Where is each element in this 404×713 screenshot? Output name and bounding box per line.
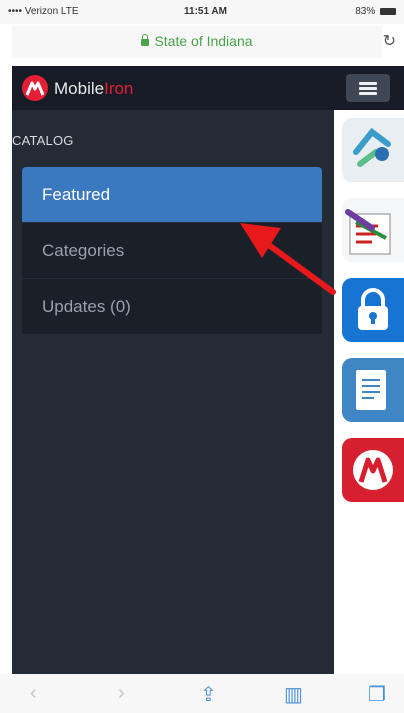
browser-toolbar: ‹ › ⇪ ▥ ❐ — [0, 674, 404, 713]
tabs-icon[interactable]: ❐ — [368, 682, 386, 707]
brand-name: MobileIron — [54, 79, 133, 99]
brand-part2: Iron — [104, 79, 134, 98]
back-icon[interactable]: ‹ — [30, 682, 37, 705]
time-label: 11:51 AM — [184, 6, 227, 17]
lock-icon — [141, 34, 150, 46]
app-frame: MobileIron CATALOG Featured Categories U… — [12, 66, 404, 674]
url-bar[interactable]: State of Indiana ↻ — [12, 26, 396, 58]
bookmarks-icon[interactable]: ▥ — [284, 682, 303, 707]
app-tile[interactable] — [334, 190, 404, 270]
app-icon-column — [334, 110, 404, 674]
catalog-heading: CATALOG — [12, 133, 74, 148]
mobileiron-app-icon[interactable] — [342, 438, 404, 502]
status-bar: •••• Verizon LTE 11:51 AM 83% — [0, 0, 404, 24]
app-tile[interactable] — [334, 430, 404, 510]
battery-percent: 83% — [355, 6, 376, 17]
menu-item-updates[interactable]: Updates (0) — [22, 279, 322, 335]
battery-icon — [380, 7, 396, 15]
url-text: State of Indiana — [154, 33, 253, 49]
forward-icon[interactable]: › — [118, 682, 125, 705]
document-app-icon[interactable] — [342, 358, 404, 422]
network-app-icon[interactable] — [342, 118, 404, 182]
carrier-label: •••• Verizon LTE — [8, 6, 79, 17]
app-header: MobileIron — [12, 66, 404, 110]
menu-item-categories[interactable]: Categories — [22, 223, 322, 279]
status-indicators: 83% — [355, 6, 396, 17]
menu-item-featured[interactable]: Featured — [22, 167, 322, 223]
mobileiron-logo-icon — [22, 75, 48, 101]
url-display[interactable]: State of Indiana — [12, 33, 382, 49]
reload-icon[interactable]: ↻ — [383, 31, 396, 51]
app-tile[interactable] — [334, 270, 404, 350]
app-tile[interactable] — [334, 110, 404, 190]
tools-checklist-app-icon[interactable] — [342, 198, 404, 262]
catalog-menu: Featured Categories Updates (0) — [22, 167, 322, 335]
lock-app-icon[interactable] — [342, 278, 404, 342]
hamburger-icon[interactable] — [346, 74, 390, 102]
share-icon[interactable]: ⇪ — [200, 682, 217, 707]
app-tile[interactable] — [334, 350, 404, 430]
brand-part1: Mobile — [54, 79, 105, 98]
